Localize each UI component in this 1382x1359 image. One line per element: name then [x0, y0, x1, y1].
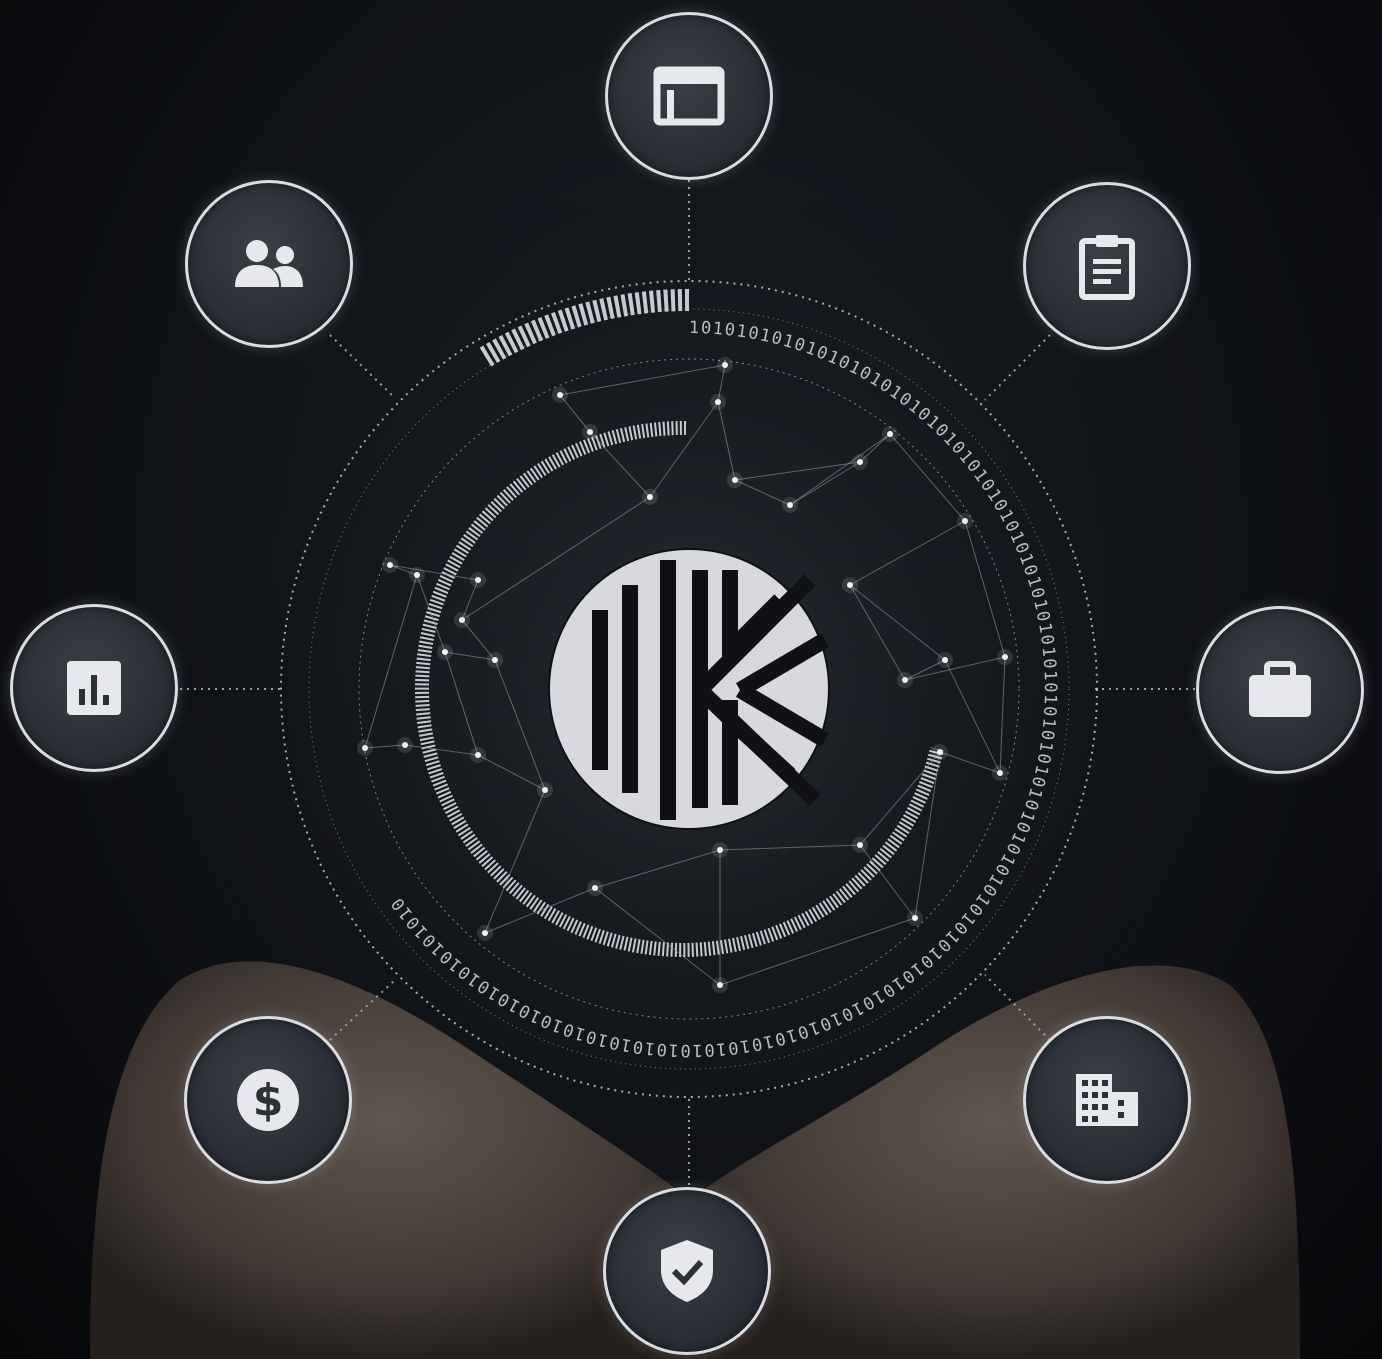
- network-node-glow: [712, 977, 728, 993]
- network-node-glow: [997, 649, 1013, 665]
- browser-window-node[interactable]: [605, 12, 773, 180]
- network-node-glow: [717, 357, 733, 373]
- network-node-glow: [357, 740, 373, 756]
- network-node-glow: [852, 454, 868, 470]
- network-node-glow: [727, 472, 743, 488]
- network-node-glow: [409, 567, 425, 583]
- shield-check-node[interactable]: [603, 1187, 771, 1355]
- keeper-logo: [548, 548, 830, 830]
- browser-window-icon: [653, 66, 725, 126]
- briefcase-node[interactable]: [1196, 606, 1364, 774]
- network-node-glow: [470, 747, 486, 763]
- dollar-icon: $: [237, 1069, 299, 1131]
- network-node-glow: [487, 652, 503, 668]
- shield-check-icon: [661, 1240, 713, 1302]
- network-node-glow: [907, 910, 923, 926]
- network-node-glow: [454, 612, 470, 628]
- network-node-glow: [782, 497, 798, 513]
- briefcase-icon: [1249, 661, 1311, 717]
- office-building-icon: [1076, 1074, 1138, 1126]
- network-node-glow: [897, 672, 913, 688]
- network-node-glow: [397, 737, 413, 753]
- bar-chart-icon: [67, 661, 121, 715]
- network-node-glow: [477, 925, 493, 941]
- clipboard-icon: [1079, 235, 1135, 300]
- users-icon: [235, 240, 303, 287]
- network-node-glow: [852, 837, 868, 853]
- network-node-glow: [957, 513, 973, 529]
- network-node-glow: [712, 842, 728, 858]
- users-node[interactable]: [185, 180, 353, 348]
- network-node-glow: [552, 387, 568, 403]
- network-node-glow: [437, 644, 453, 660]
- network-node-glow: [932, 744, 948, 760]
- office-building-node[interactable]: [1023, 1016, 1191, 1184]
- network-node-glow: [710, 394, 726, 410]
- clipboard-node[interactable]: [1023, 182, 1191, 350]
- network-node-glow: [582, 424, 598, 440]
- network-node-glow: [937, 652, 953, 668]
- network-node-glow: [642, 489, 658, 505]
- dollar-node[interactable]: $: [184, 1016, 352, 1184]
- network-node-glow: [537, 782, 553, 798]
- network-node-glow: [882, 426, 898, 442]
- bar-chart-node[interactable]: [10, 604, 178, 772]
- network-node-glow: [382, 557, 398, 573]
- network-node-glow: [587, 880, 603, 896]
- svg-text:$: $: [253, 1075, 284, 1126]
- network-node-glow: [992, 765, 1008, 781]
- network-node-glow: [470, 572, 486, 588]
- network-node-glow: [842, 577, 858, 593]
- hero-image: 1010101010101010101010101010101010101010…: [0, 0, 1382, 1359]
